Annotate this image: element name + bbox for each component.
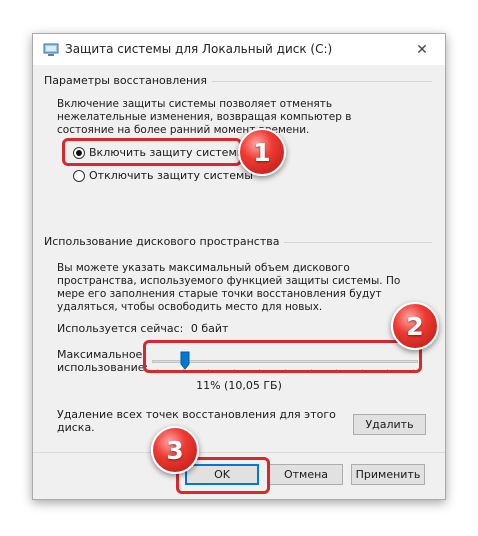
current-usage-value: 0 байт: [190, 322, 229, 335]
footer-separator: [33, 452, 445, 453]
system-protection-dialog: Защита системы для Локальный диск (C:) ✕…: [32, 33, 446, 500]
highlight-enable-protection: [62, 138, 242, 166]
delete-points-text: Удаление всех точек восстановления для э…: [57, 408, 336, 434]
restore-description: Включение защиты системы позволяет отмен…: [57, 98, 352, 136]
step-badge-1: 1: [238, 128, 286, 176]
close-icon: ✕: [416, 41, 428, 58]
title-bar[interactable]: Защита системы для Локальный диск (C:) ✕: [33, 34, 445, 65]
current-usage-row: Используется сейчас: 0 байт: [57, 322, 228, 335]
max-usage-label-line1: Максимальное: [57, 348, 143, 361]
apply-button[interactable]: Применить: [351, 464, 425, 485]
window-title: Защита системы для Локальный диск (C:): [65, 42, 333, 56]
max-usage-label: Максимальное использование:: [57, 348, 148, 374]
system-properties-icon: [43, 43, 59, 56]
cancel-button[interactable]: Отмена: [269, 464, 343, 485]
disk-usage-group: Использование дискового пространства: [44, 235, 432, 248]
disable-protection-label: Отключить защиту системы: [89, 169, 253, 182]
disk-usage-legend: Использование дискового пространства: [44, 235, 285, 248]
restore-settings-group: Параметры восстановления: [44, 74, 432, 87]
disable-protection-option[interactable]: Отключить защиту системы: [73, 169, 253, 182]
step-badge-2: 2: [391, 302, 439, 350]
highlight-slider: [143, 340, 422, 373]
disk-usage-description: Вы можете указать максимальный объем дис…: [57, 262, 401, 313]
slider-value-text: 11% (10,05 ГБ): [196, 379, 282, 392]
step-badge-3: 3: [151, 426, 199, 474]
current-usage-label: Используется сейчас:: [57, 322, 184, 335]
restore-settings-legend: Параметры восстановления: [44, 74, 212, 87]
disable-protection-radio[interactable]: [73, 169, 85, 182]
delete-button[interactable]: Удалить: [353, 414, 426, 435]
close-button[interactable]: ✕: [399, 34, 445, 65]
max-usage-label-line2: использование:: [57, 361, 149, 374]
